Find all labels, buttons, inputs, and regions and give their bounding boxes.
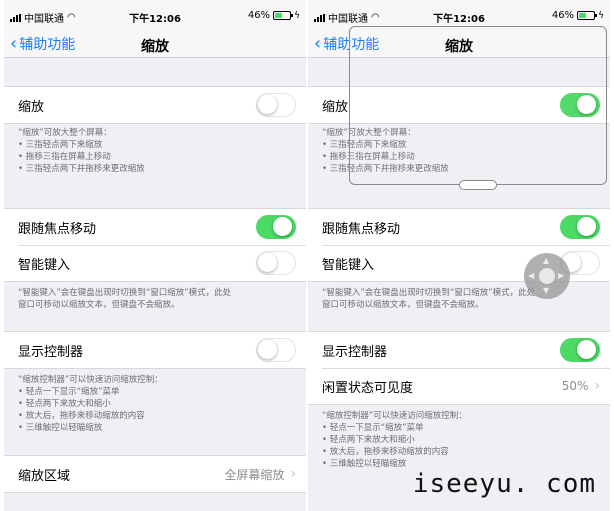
zoom-window-frame[interactable] <box>349 26 607 190</box>
battery-icon <box>273 11 294 20</box>
show-controller-toggle[interactable] <box>256 338 296 362</box>
smart-typing-label: 智能键入 <box>322 257 375 273</box>
show-controller-row[interactable]: 显示控制器 <box>4 332 306 368</box>
charging-icon: ϟ <box>598 10 604 21</box>
zoom-toggle[interactable] <box>256 93 296 117</box>
page-title: 缩放 <box>141 39 169 55</box>
watermark: iseeyu. com <box>412 469 596 499</box>
show-controller-toggle[interactable] <box>560 338 600 362</box>
controller-group: 显示控制器 <box>4 331 306 369</box>
smart-typing-label: 智能键入 <box>18 257 71 273</box>
idle-visibility-row[interactable]: 闲置状态可见度 50% › <box>308 368 610 404</box>
zoom-region-label: 缩放区域 <box>18 468 71 484</box>
region-group: 缩放区域 全屏幕缩放 › <box>4 455 306 493</box>
zoom-group: 缩放 <box>4 86 306 124</box>
show-controller-label: 显示控制器 <box>322 344 388 360</box>
follow-focus-label: 跟随焦点移动 <box>322 221 401 237</box>
follow-focus-row[interactable]: 跟随焦点移动 <box>308 209 610 245</box>
controller-center <box>539 268 555 284</box>
smart-typing-toggle[interactable] <box>256 251 296 275</box>
arrow-up-icon: ▲ <box>543 256 550 265</box>
zoom-label: 缩放 <box>322 99 349 115</box>
arrow-left-icon: ◀ <box>528 271 535 280</box>
smart-typing-row[interactable]: 智能键入 <box>4 245 306 281</box>
zoom-region-row[interactable]: 缩放区域 全屏幕缩放 › <box>4 456 306 492</box>
follow-focus-row[interactable]: 跟随焦点移动 <box>4 209 306 245</box>
battery-percent: 46% <box>551 10 575 21</box>
battery-percent: 46% <box>247 10 271 21</box>
follow-focus-label: 跟随焦点移动 <box>18 221 97 237</box>
controller-footer: “缩放控制器”可以快速访问缩放控制： 轻点一下显示“缩放”菜单 轻点两下来放大和… <box>322 410 600 470</box>
status-bar: 中国联通 ◠ 下午12:06 46% ϟ <box>4 0 306 32</box>
chevron-right-icon: › <box>290 466 296 482</box>
controller-footer: “缩放控制器”可以快速访问缩放控制： 轻点一下显示“缩放”菜单 轻点两下来放大和… <box>18 374 296 434</box>
zoom-label: 缩放 <box>18 99 45 115</box>
show-controller-label: 显示控制器 <box>18 344 84 360</box>
show-controller-row[interactable]: 显示控制器 <box>308 332 610 368</box>
zoom-footer: “缩放”可放大整个屏幕： 三指轻点两下来缩放 拖移三指在屏幕上移动 三指轻点两下… <box>18 127 296 175</box>
chevron-right-icon: › <box>594 378 600 394</box>
zoom-window-resize-handle[interactable] <box>459 180 497 190</box>
zoom-controller-icon[interactable]: ▲ ▼ ◀ ▶ <box>524 253 570 299</box>
arrow-down-icon: ▼ <box>543 286 550 295</box>
charging-icon: ϟ <box>294 10 300 21</box>
controller-group: 显示控制器 闲置状态可见度 50% › <box>308 331 610 405</box>
arrow-right-icon: ▶ <box>558 271 565 280</box>
idle-visibility-label: 闲置状态可见度 <box>322 380 414 396</box>
nav-bar: ‹ 辅助功能 缩放 <box>4 32 306 58</box>
zoom-row[interactable]: 缩放 <box>4 87 306 123</box>
idle-visibility-value: 50% <box>561 379 589 393</box>
follow-focus-toggle[interactable] <box>256 215 296 239</box>
follow-focus-toggle[interactable] <box>560 215 600 239</box>
battery-icon <box>577 11 598 20</box>
focus-group: 跟随焦点移动 智能键入 <box>4 208 306 282</box>
settings-pane-left: 中国联通 ◠ 下午12:06 46% ϟ ‹ 辅助功能 缩放 缩放 “缩放”可放… <box>4 0 306 511</box>
zoom-region-value: 全屏幕缩放 <box>224 467 285 482</box>
smart-typing-footer: “智能键入”会在键盘出现时切换到“窗口缩放”模式，此处 窗口可移动以缩放文本，但… <box>18 288 232 310</box>
